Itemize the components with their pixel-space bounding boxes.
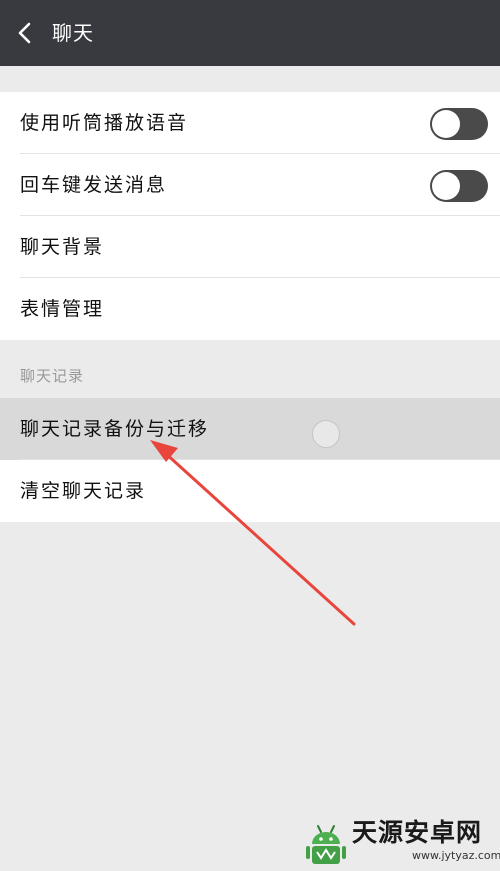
- setting-label: 表情管理: [20, 298, 105, 320]
- section-header-chat-history: 聊天记录: [20, 367, 85, 385]
- toggle-knob: [432, 110, 460, 138]
- setting-row-enter-send[interactable]: 回车键发送消息: [0, 154, 500, 216]
- title-bar: 聊天: [0, 0, 500, 66]
- setting-row-sticker-management[interactable]: 表情管理: [0, 278, 500, 340]
- watermark-url: www.jytyaz.com: [412, 849, 500, 862]
- setting-label: 聊天背景: [20, 236, 105, 258]
- android-logo-icon: [306, 825, 346, 864]
- setting-label: 清空聊天记录: [20, 480, 147, 502]
- setting-row-earpiece[interactable]: 使用听筒播放语音: [0, 92, 500, 154]
- enter-send-toggle[interactable]: [430, 170, 488, 202]
- watermark: 天源安卓网 www.jytyaz.com: [300, 818, 500, 871]
- earpiece-toggle[interactable]: [430, 108, 488, 140]
- setting-label: 回车键发送消息: [20, 174, 168, 196]
- touch-indicator: [312, 420, 340, 448]
- setting-label: 聊天记录备份与迁移: [20, 418, 210, 440]
- toggle-knob: [432, 172, 460, 200]
- chevron-left-icon[interactable]: [12, 19, 40, 47]
- setting-row-clear-history[interactable]: 清空聊天记录: [0, 460, 500, 522]
- watermark-title: 天源安卓网: [352, 818, 483, 847]
- setting-label: 使用听筒播放语音: [20, 112, 189, 134]
- setting-row-backup-migrate[interactable]: 聊天记录备份与迁移: [0, 398, 500, 460]
- page-title: 聊天: [52, 21, 94, 45]
- setting-row-chat-background[interactable]: 聊天背景: [0, 216, 500, 278]
